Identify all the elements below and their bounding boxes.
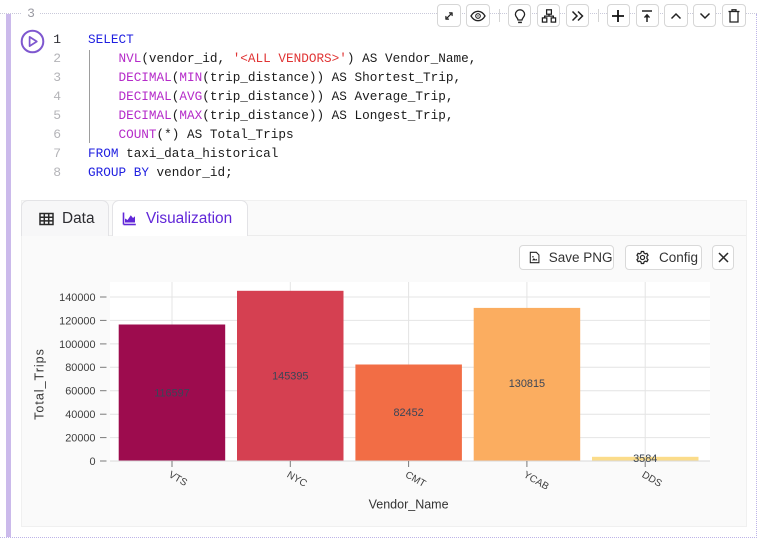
svg-text:VTS: VTS xyxy=(167,470,190,489)
svg-text:82452: 82452 xyxy=(393,407,423,419)
svg-text:Vendor_Name: Vendor_Name xyxy=(369,498,449,512)
svg-text:60000: 60000 xyxy=(65,386,95,398)
svg-text:100000: 100000 xyxy=(59,339,95,351)
svg-text:CMT: CMT xyxy=(403,470,427,490)
svg-text:116597: 116597 xyxy=(154,387,190,399)
svg-text:145395: 145395 xyxy=(272,370,308,382)
svg-text:130815: 130815 xyxy=(509,378,545,390)
svg-text:NYC: NYC xyxy=(285,470,309,490)
svg-text:20000: 20000 xyxy=(65,433,95,445)
svg-text:40000: 40000 xyxy=(65,409,95,421)
svg-text:0: 0 xyxy=(89,456,95,468)
svg-text:3584: 3584 xyxy=(633,453,657,465)
svg-text:DDS: DDS xyxy=(640,470,664,490)
svg-text:Total_Trips: Total_Trips xyxy=(33,348,47,420)
svg-text:YCAB: YCAB xyxy=(521,470,550,493)
svg-text:120000: 120000 xyxy=(59,315,95,327)
svg-text:80000: 80000 xyxy=(65,362,95,374)
svg-text:140000: 140000 xyxy=(59,292,95,304)
